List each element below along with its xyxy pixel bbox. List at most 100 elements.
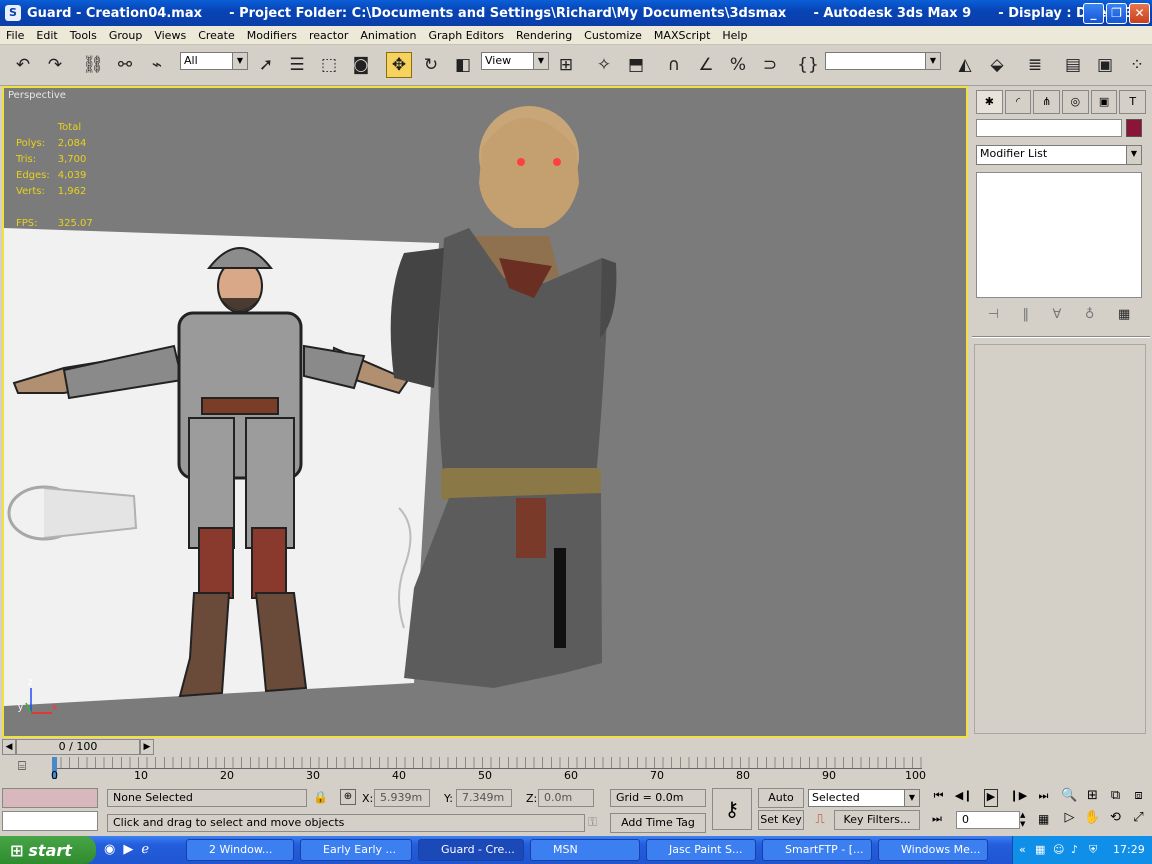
modifier-stack[interactable] [976, 172, 1142, 298]
time-slider-thumb[interactable]: 0 / 100 [16, 739, 140, 755]
track-bar[interactable]: ⌸ 0 10 20 30 40 50 60 70 80 90 100 [0, 757, 968, 785]
task-windows-explorer[interactable]: 2 Window... [186, 839, 294, 861]
task-windows-media[interactable]: Windows Me... [878, 839, 988, 861]
hierarchy-tab-icon[interactable]: ⋔ [1033, 90, 1061, 114]
menu-file[interactable]: File [0, 29, 30, 42]
time-configuration-icon[interactable]: ▦ [1038, 812, 1049, 826]
zoom-extents-all-icon[interactable]: ⧈ [1127, 788, 1150, 810]
current-frame-field[interactable]: 0 [956, 811, 1020, 829]
menu-tools[interactable]: Tools [64, 29, 103, 42]
key-mode-dropdown[interactable]: Selected ▼ [808, 789, 920, 807]
next-frame-icon[interactable]: ❙▶ [1009, 789, 1027, 807]
add-time-tag-button[interactable]: Add Time Tag [610, 813, 706, 833]
snaps-toggle-icon[interactable]: ∩ [661, 52, 687, 78]
zoom-all-icon[interactable]: ⊞ [1081, 788, 1104, 810]
auto-key-button[interactable]: Auto Key [758, 788, 804, 822]
schematic-view-icon[interactable]: ▣ [1092, 52, 1118, 78]
x-coordinate-field[interactable]: 5.939m [374, 789, 430, 807]
make-unique-icon[interactable]: ∀ [1053, 307, 1062, 322]
menu-group[interactable]: Group [103, 29, 149, 42]
zoom-extents-icon[interactable]: ⧉ [1104, 788, 1127, 810]
start-button[interactable]: ⊞ start [0, 836, 96, 864]
goto-end-icon[interactable]: ⏭ [1038, 789, 1048, 807]
object-name-field[interactable] [976, 119, 1122, 137]
slider-left-arrow-icon[interactable]: ◀ [2, 739, 16, 755]
menu-help[interactable]: Help [716, 29, 753, 42]
rectangular-selection-icon[interactable]: ⬚ [316, 52, 342, 78]
select-and-link-icon[interactable]: ⛓ [80, 52, 106, 78]
utilities-tab-icon[interactable]: T [1119, 90, 1147, 114]
maximize-viewport-icon[interactable]: ⤢ [1127, 810, 1150, 832]
key-filters-button[interactable]: Key Filters... [834, 810, 920, 830]
angle-snap-icon[interactable]: ∠ [693, 52, 719, 78]
pivot-center-icon[interactable]: ⊞ [553, 52, 579, 78]
maxscript-listener-white[interactable] [2, 811, 98, 831]
align-icon[interactable]: ⬙ [984, 52, 1010, 78]
modifier-list-dropdown[interactable]: Modifier List ▼ [976, 145, 1142, 165]
default-in-out-tangents-icon[interactable]: ⎍ [810, 812, 830, 830]
remove-modifier-icon[interactable]: ♁ [1085, 307, 1095, 322]
tray-messenger-icon[interactable]: ☺ [1053, 843, 1064, 856]
task-jasc-paint[interactable]: Jasc Paint S... [646, 839, 756, 861]
tray-network-icon[interactable]: ▦ [1035, 843, 1045, 856]
3dsmax-app-icon[interactable]: S [5, 5, 21, 21]
redo-icon[interactable]: ↷ [42, 52, 68, 78]
key-mode-toggle-icon[interactable]: ⏭ [932, 812, 942, 826]
frame-spinner-icon[interactable]: ▲ ▼ [1020, 811, 1030, 829]
lock-selection-icon[interactable]: 🔒 [313, 790, 328, 804]
arc-rotate-icon[interactable]: ⟲ [1104, 810, 1127, 832]
field-of-view-icon[interactable]: ▷ [1058, 810, 1081, 832]
menu-create[interactable]: Create [192, 29, 241, 42]
object-color-swatch[interactable] [1126, 119, 1142, 137]
bind-to-space-warp-icon[interactable]: ⌁ [144, 52, 170, 78]
internet-explorer-icon[interactable]: ℯ [141, 842, 149, 857]
selection-lock-icon[interactable]: ⚿ [588, 815, 597, 830]
task-3dsmax[interactable]: Guard - Cre... [418, 839, 524, 861]
set-key-big-icon[interactable]: ⚷ [712, 788, 752, 830]
perspective-viewport[interactable]: z y x Perspective Total Polys: 2,084 Tris… [2, 86, 968, 738]
curve-editor-icon[interactable]: ▤ [1060, 52, 1086, 78]
task-firefox[interactable]: Early Early ... [300, 839, 412, 861]
task-smartftp[interactable]: SmartFTP - [... [762, 839, 872, 861]
maximize-button[interactable]: ❐ [1106, 3, 1127, 24]
select-object-icon[interactable]: ➚ [253, 52, 279, 78]
play-icon[interactable]: ▶ [983, 789, 999, 807]
task-msn[interactable]: MSN [530, 839, 640, 861]
goto-start-icon[interactable]: ⏮ [934, 789, 944, 807]
motion-tab-icon[interactable]: ◎ [1062, 90, 1089, 114]
modify-tab-icon[interactable]: ◜ [1004, 90, 1032, 114]
spinner-snap-icon[interactable]: ⊃ [757, 52, 783, 78]
mirror-icon[interactable]: ◭ [952, 52, 978, 78]
zoom-icon[interactable]: 🔍 [1058, 788, 1081, 810]
menu-customize[interactable]: Customize [578, 29, 648, 42]
close-button[interactable]: ✕ [1129, 3, 1150, 24]
named-selection-dropdown[interactable]: ▼ [825, 52, 941, 70]
edit-named-selection-icon[interactable]: {} [795, 52, 821, 78]
select-by-name-icon[interactable]: ☰ [284, 52, 310, 78]
select-and-rotate-icon[interactable]: ↻ [418, 52, 444, 78]
selection-filter-dropdown[interactable]: All ▼ [180, 52, 248, 70]
select-and-scale-icon[interactable]: ◧ [450, 52, 476, 78]
viewport-label[interactable]: Perspective [8, 90, 66, 101]
undo-icon[interactable]: ↶ [10, 52, 36, 78]
menu-maxscript[interactable]: MAXScript [648, 29, 716, 42]
absolute-mode-icon[interactable]: ⊕ [340, 789, 356, 805]
manipulate-icon[interactable]: ✧ [591, 52, 617, 78]
y-coordinate-field[interactable]: 7.349m [456, 789, 512, 807]
previous-frame-icon[interactable]: ◀❙ [955, 789, 973, 807]
window-crossing-icon[interactable]: ◙ [348, 52, 374, 78]
reference-coord-dropdown[interactable]: View ▼ [481, 52, 549, 70]
menu-reactor[interactable]: reactor [303, 29, 354, 42]
pin-stack-icon[interactable]: ⊣ [988, 307, 999, 322]
z-coordinate-field[interactable]: 0.0m [538, 789, 594, 807]
set-key-button[interactable]: Set Key [758, 810, 804, 830]
configure-modifier-sets-icon[interactable]: ▦ [1118, 307, 1130, 322]
maxscript-listener-pink[interactable] [2, 788, 98, 808]
tray-security-icon[interactable]: ⛨ [1089, 843, 1097, 857]
material-editor-icon[interactable]: ⁘ [1124, 52, 1150, 78]
pan-icon[interactable]: ✋ [1081, 810, 1104, 832]
tray-expand-icon[interactable]: « [1019, 843, 1026, 856]
select-and-move-icon[interactable]: ✥ [386, 52, 412, 78]
menu-modifiers[interactable]: Modifiers [241, 29, 303, 42]
slider-right-arrow-icon[interactable]: ▶ [140, 739, 154, 755]
